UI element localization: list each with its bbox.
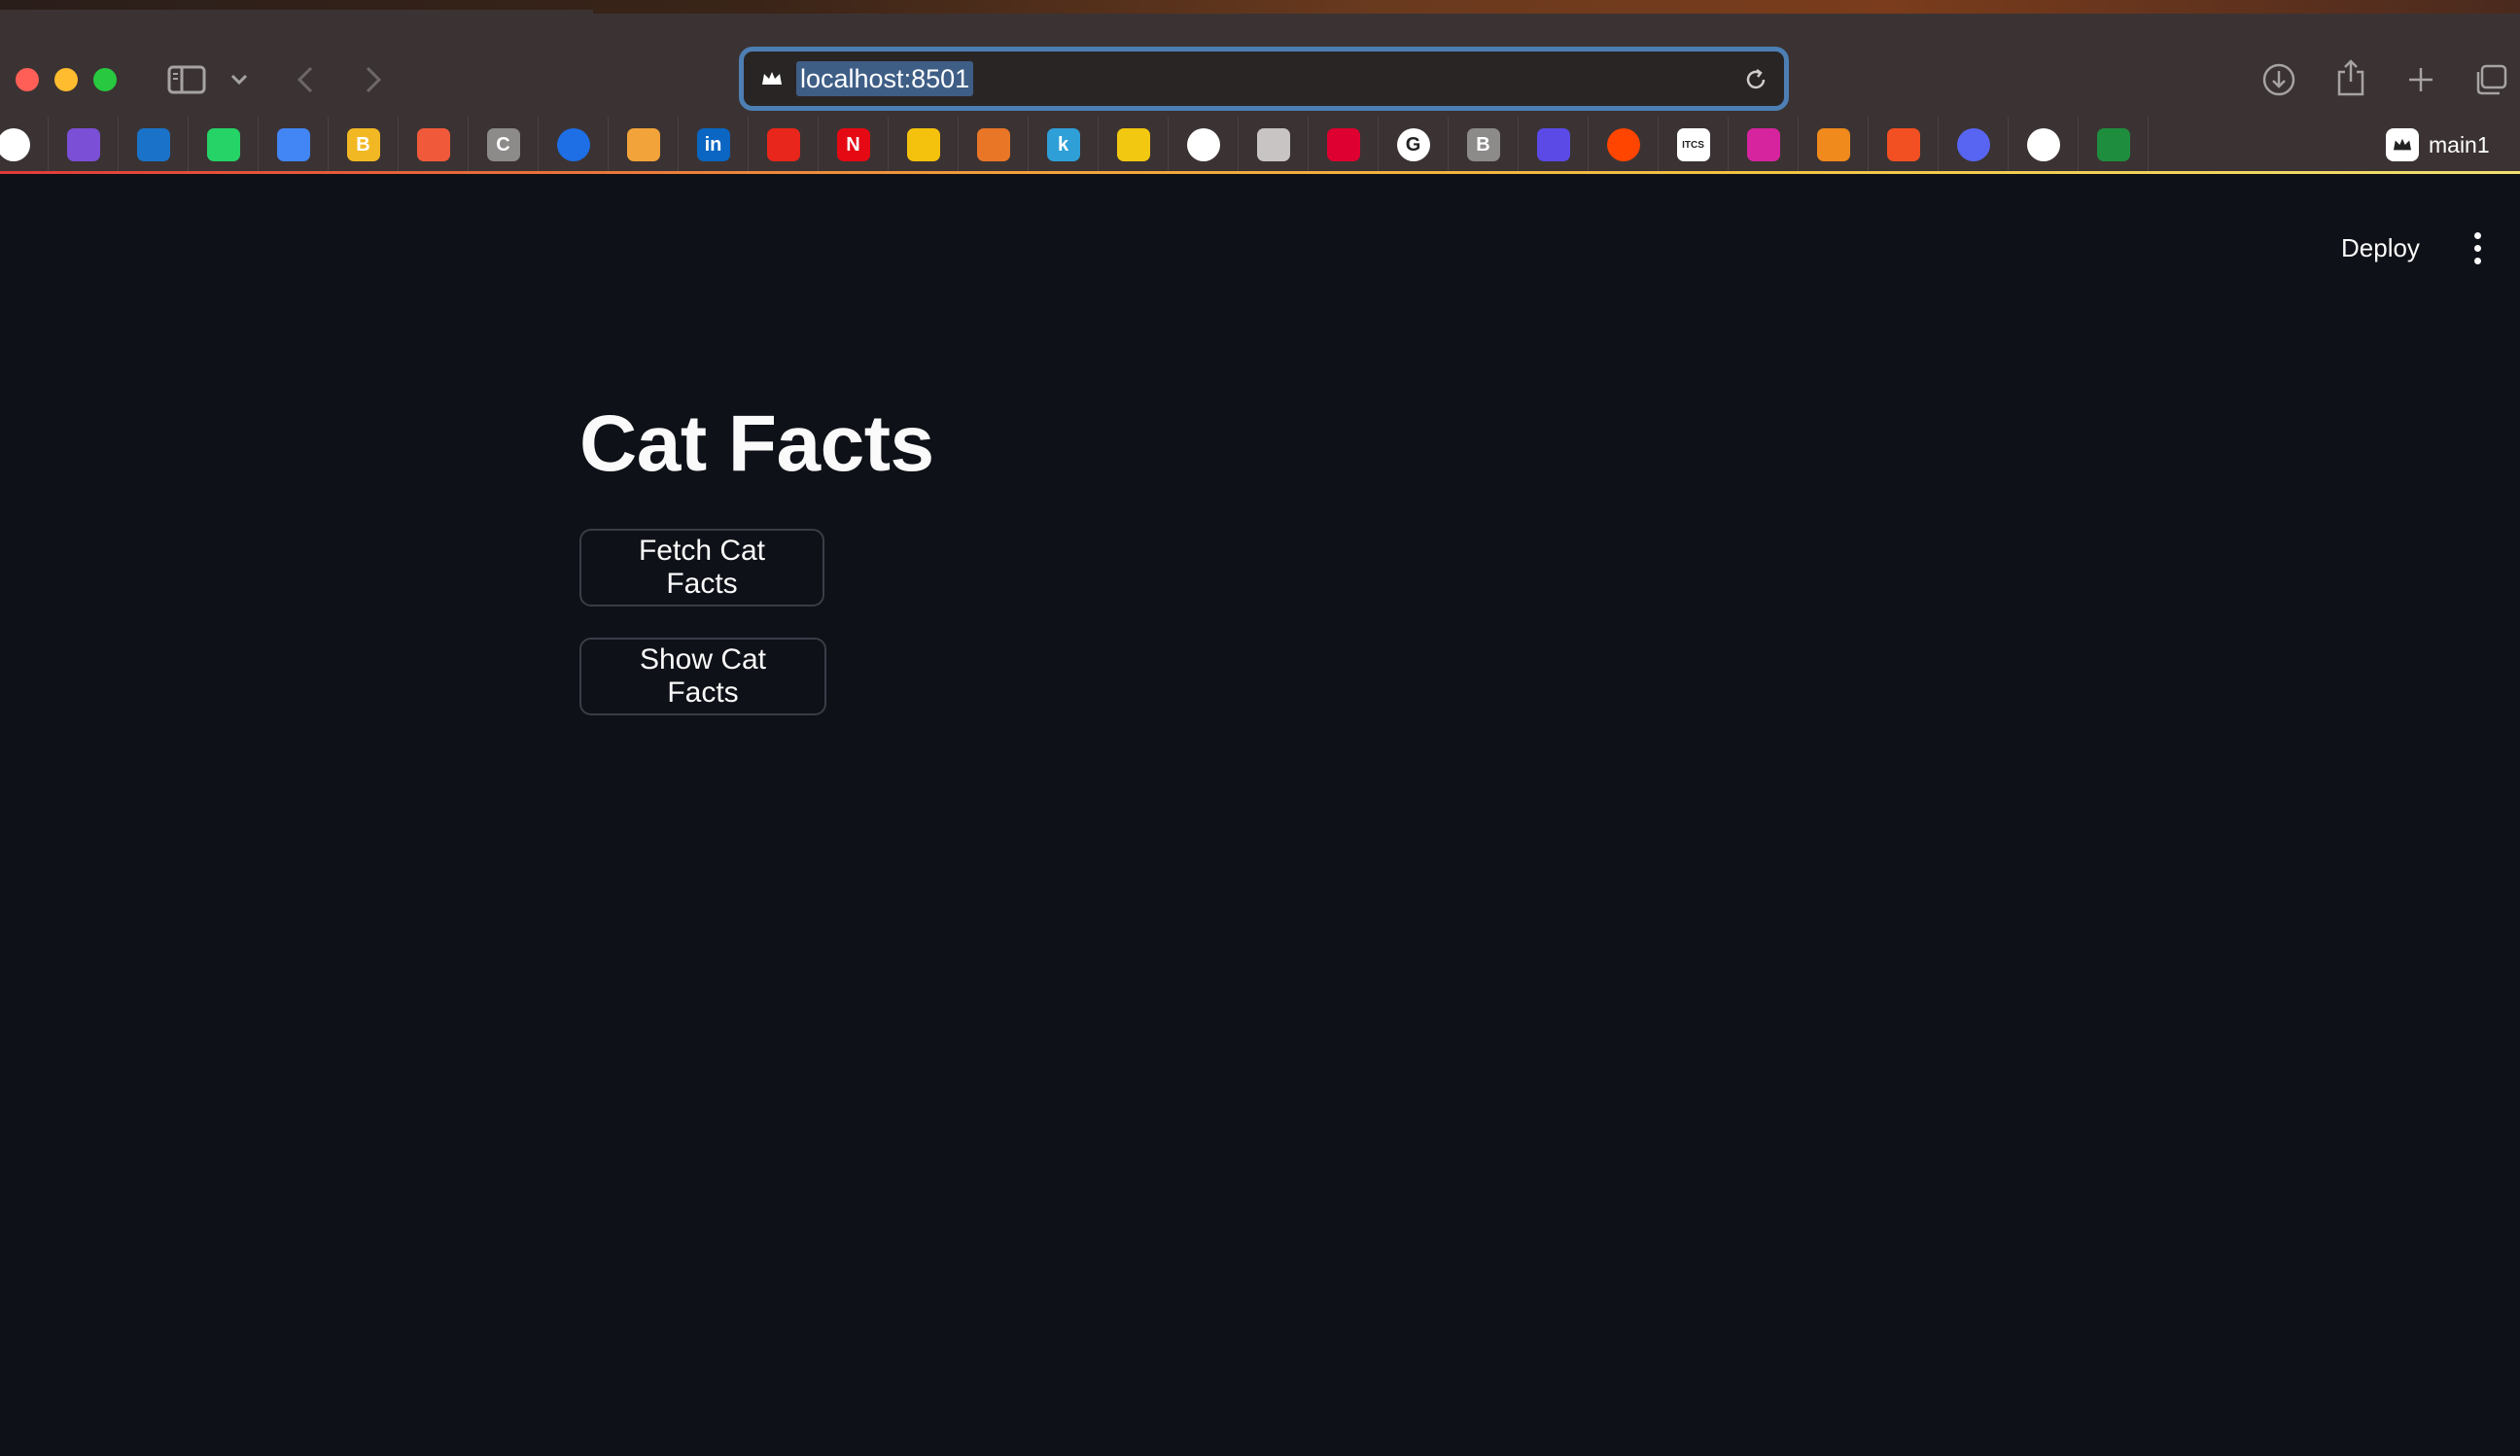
powerbi-icon: [1116, 128, 1150, 161]
zoom-window-button[interactable]: [93, 68, 117, 91]
google-icon: G: [1396, 128, 1430, 161]
swirl-icon: [1256, 128, 1290, 161]
discord-icon: [1956, 128, 1990, 161]
bookmark-linkedin[interactable]: in: [679, 117, 749, 173]
back-icon[interactable]: [288, 60, 323, 99]
bookmark-lines[interactable]: [1519, 117, 1589, 173]
bookmark-discord[interactable]: [1939, 117, 2009, 173]
mail-icon: [66, 128, 100, 161]
bookmark-b-gray[interactable]: B: [1449, 117, 1519, 173]
b-gray-icon: B: [1466, 128, 1500, 161]
bookmark-bold-b[interactable]: B: [329, 117, 399, 173]
crown-icon: [2386, 128, 2419, 161]
download-icon[interactable]: [2256, 56, 2302, 103]
minimize-window-button[interactable]: [54, 68, 78, 91]
menu-bar-strip: [0, 0, 2520, 14]
fetch-cat-facts-button[interactable]: Fetch Cat Facts: [579, 529, 824, 607]
bookmark-tableau[interactable]: [959, 117, 1029, 173]
bookmark-mistral[interactable]: [1799, 117, 1869, 173]
bookmark-drive[interactable]: [889, 117, 959, 173]
linkedin-icon: in: [696, 128, 730, 161]
sidebar-toggle-icon[interactable]: [163, 60, 210, 99]
browser-toolbar: localhost:8501: [0, 14, 2520, 117]
vertical-dots-icon[interactable]: [2456, 221, 2499, 275]
bookmark-adobe[interactable]: [749, 117, 819, 173]
angular-icon: [1326, 128, 1360, 161]
bookmark-c-app[interactable]: C: [469, 117, 539, 173]
lines-icon: [1536, 128, 1570, 161]
mistral-icon: [1816, 128, 1850, 161]
bookmark-reddit[interactable]: [1589, 117, 1659, 173]
bookmark-folder-label: main1: [2429, 131, 2490, 157]
crest-icon: [1186, 128, 1220, 161]
bookmark-crest[interactable]: [1169, 117, 1239, 173]
bookmark-envelope[interactable]: [609, 117, 679, 173]
outlook-icon: [136, 128, 170, 161]
app-header: Deploy: [0, 174, 2520, 310]
reddit-icon: [1606, 128, 1640, 161]
k-icon: k: [1046, 128, 1080, 161]
reload-icon[interactable]: [1741, 65, 1770, 94]
close-window-button[interactable]: [16, 68, 39, 91]
bookmark-angular[interactable]: [1309, 117, 1379, 173]
c-icon: C: [486, 128, 520, 161]
b-icon: B: [346, 128, 380, 161]
itcs-icon: ITCS: [1676, 128, 1710, 161]
tab-overview-icon[interactable]: [2468, 56, 2514, 103]
bookmark-google[interactable]: G: [1379, 117, 1449, 173]
diamond-icon: [416, 128, 450, 161]
instagram-icon: [1746, 128, 1780, 161]
new-tab-icon[interactable]: [2398, 56, 2444, 103]
bookmarks-bar: main1 B Cin Nk G B ITCS: [0, 117, 2520, 173]
chevron-down-icon[interactable]: [226, 64, 253, 95]
openai-icon: [2026, 128, 2060, 161]
bookmark-openai[interactable]: [2009, 117, 2079, 173]
drive-icon: [906, 128, 940, 161]
bookmark-itcs[interactable]: ITCS: [1659, 117, 1729, 173]
bookmark-microsoft[interactable]: [1869, 117, 1939, 173]
envelope-icon: [626, 128, 660, 161]
share-icon[interactable]: [2328, 52, 2374, 103]
bookmark-folder-main1[interactable]: main1: [2382, 117, 2520, 173]
bookmark-diamond[interactable]: [399, 117, 469, 173]
bookmark-swirl[interactable]: [1239, 117, 1309, 173]
deploy-button[interactable]: Deploy: [2324, 221, 2437, 275]
translate-icon: [276, 128, 310, 161]
microsoft-icon: [1886, 128, 1920, 161]
bookmark-translate[interactable]: [259, 117, 329, 173]
bookmark-instagram[interactable]: [1729, 117, 1799, 173]
ring-icon: [556, 128, 590, 161]
forward-icon[interactable]: [356, 60, 391, 99]
bookmark-classroom[interactable]: [2079, 117, 2149, 173]
bookmark-outlook[interactable]: [119, 117, 189, 173]
bookmark-whatsapp[interactable]: [189, 117, 259, 173]
bookmark-k-app[interactable]: k: [1029, 117, 1099, 173]
bookmark-mail[interactable]: [49, 117, 119, 173]
crown-icon: [757, 64, 787, 93]
show-cat-facts-button[interactable]: Show Cat Facts: [579, 638, 826, 715]
bookmark-github[interactable]: [0, 117, 49, 173]
address-bar[interactable]: localhost:8501: [739, 47, 1789, 111]
page-title: Cat Facts: [579, 399, 934, 488]
github-icon: [0, 128, 30, 161]
adobe-icon: [766, 128, 800, 161]
tableau-icon: [976, 128, 1010, 161]
bookmark-powerbi[interactable]: [1099, 117, 1169, 173]
whatsapp-icon: [206, 128, 240, 161]
netflix-icon: N: [836, 128, 870, 161]
url-text[interactable]: localhost:8501: [796, 61, 974, 96]
classroom-icon: [2096, 128, 2130, 161]
bookmark-ring[interactable]: [539, 117, 609, 173]
bookmark-netflix[interactable]: N: [819, 117, 889, 173]
